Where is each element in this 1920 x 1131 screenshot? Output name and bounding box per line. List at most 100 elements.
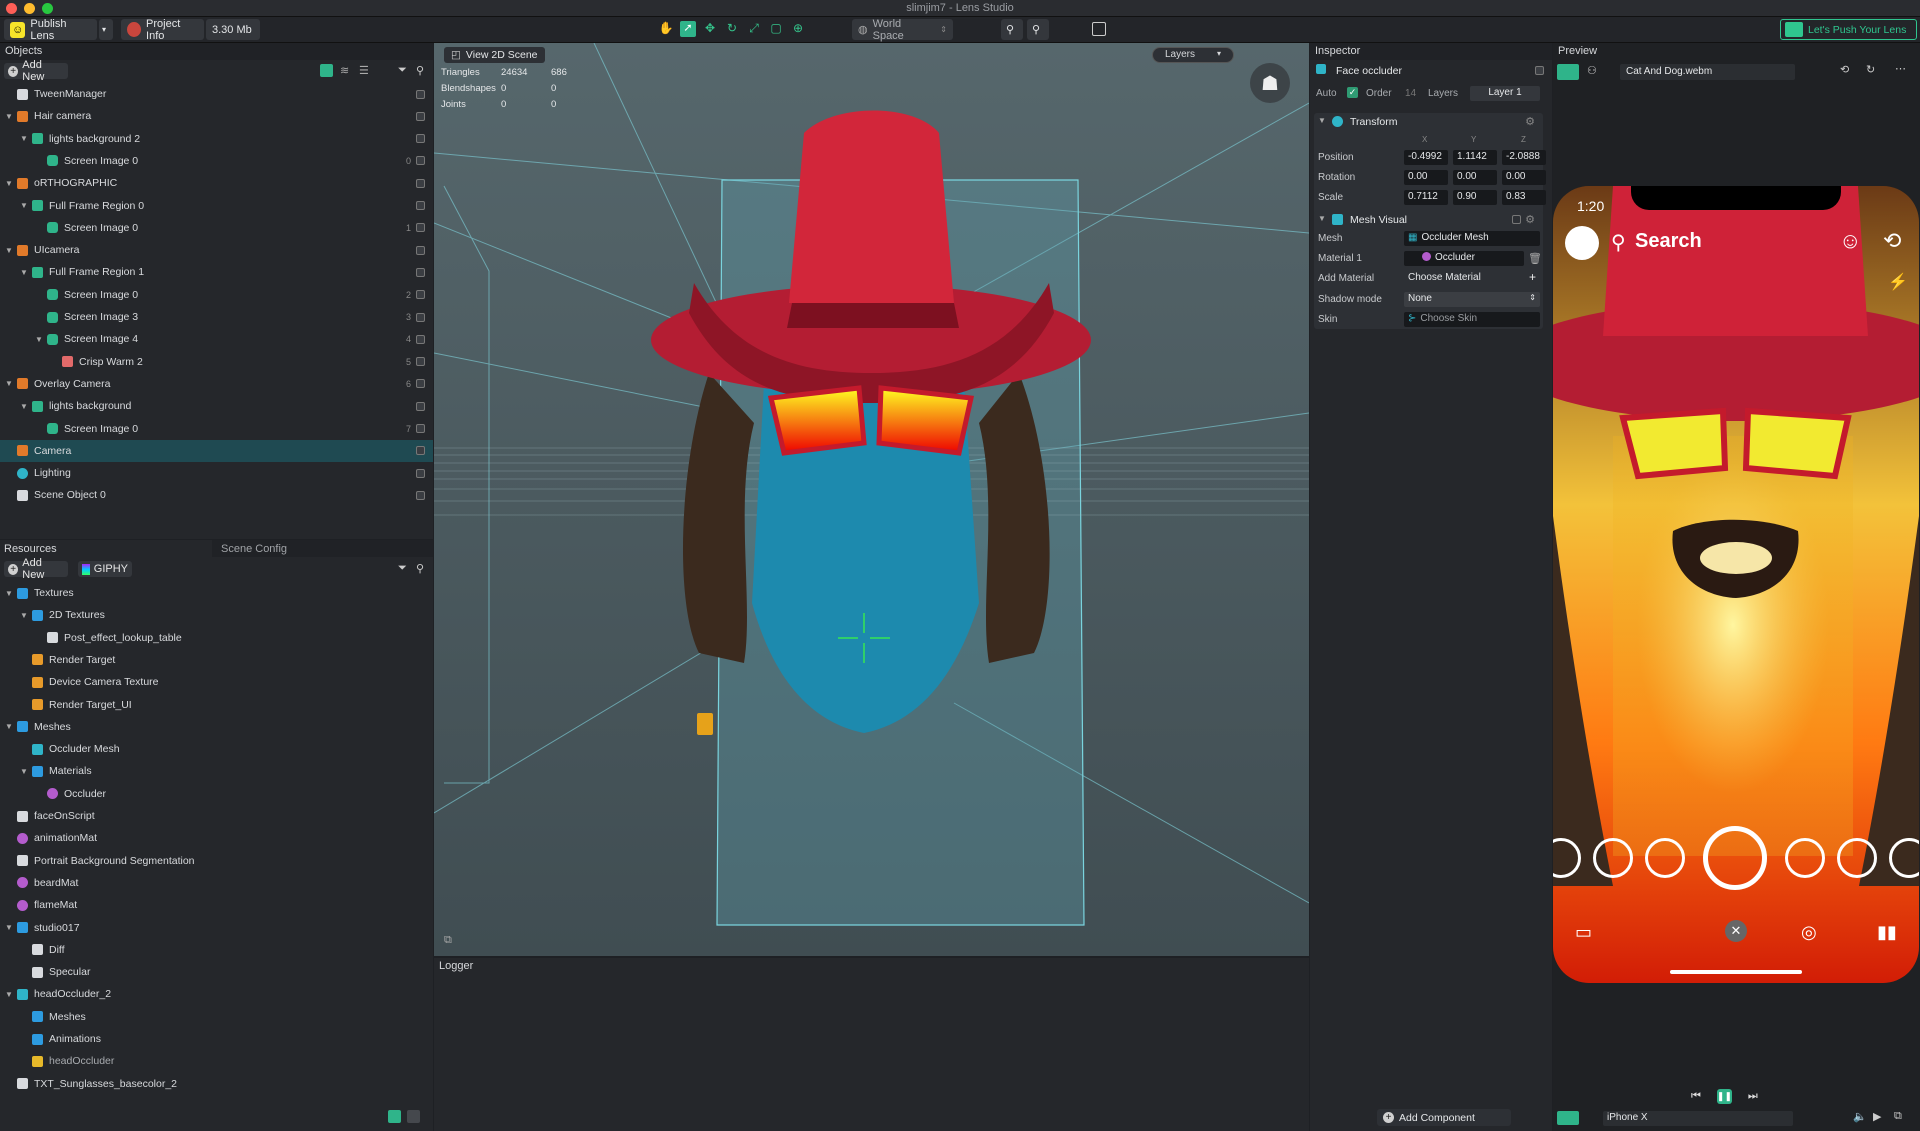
reset-icon[interactable]: ↻ xyxy=(1866,63,1875,76)
skip-forward-icon[interactable]: ⏭ xyxy=(1748,1090,1758,1103)
resources-row[interactable]: Specular xyxy=(0,961,433,983)
visibility-checkbox[interactable] xyxy=(416,334,425,344)
visibility-checkbox[interactable] xyxy=(416,178,425,188)
rotation-z-field[interactable]: 0.00 xyxy=(1502,170,1546,185)
resources-row[interactable]: TXT_Sunglasses_basecolor_2 xyxy=(0,1073,433,1095)
capture-button[interactable] xyxy=(1703,826,1767,890)
resources-row[interactable]: faceOnScript xyxy=(0,805,433,827)
hierarchy-view-icon[interactable]: ☰ xyxy=(359,64,369,77)
visibility-checkbox[interactable] xyxy=(416,357,425,367)
resources-row[interactable]: Occluder Mesh xyxy=(0,738,433,760)
rect-tool-icon[interactable]: ▢ xyxy=(768,21,784,37)
stories-icon[interactable]: ▮▮ xyxy=(1877,922,1897,943)
move-tool-icon[interactable]: ✥ xyxy=(702,21,718,37)
expand-arrow-icon[interactable]: ▼ xyxy=(19,201,29,210)
skip-back-icon[interactable]: ⏮ xyxy=(1691,1090,1701,1103)
flash-icon[interactable]: ⚡ xyxy=(1888,272,1908,292)
visibility-checkbox[interactable] xyxy=(416,245,425,255)
publish-lens-button[interactable]: ☺ Publish Lens xyxy=(4,18,97,42)
objects-row[interactable]: Crisp Warm 2 5 xyxy=(0,351,433,373)
component-enabled-checkbox[interactable] xyxy=(1512,215,1521,224)
auto-checkbox[interactable]: ✓ xyxy=(1347,87,1358,98)
expand-arrow-icon[interactable]: ▼ xyxy=(19,611,29,620)
search-icon[interactable]: ⚲ xyxy=(416,64,424,77)
device-mode-icon[interactable] xyxy=(1557,1111,1579,1125)
world-space-select[interactable]: ◍ World Space ⇕ xyxy=(852,18,953,42)
layer-select[interactable]: Layer 1 xyxy=(1470,86,1540,101)
list-view-icon[interactable] xyxy=(388,1110,401,1123)
trash-icon[interactable]: 🗑 xyxy=(1528,252,1542,265)
grid-view-icon[interactable] xyxy=(407,1110,420,1123)
select-tool-icon[interactable]: ➚ xyxy=(680,21,696,37)
order-value[interactable]: 14 xyxy=(1405,88,1416,99)
objects-row[interactable]: ▼ lights background xyxy=(0,395,433,417)
resources-add-new-button[interactable]: + Add New xyxy=(4,557,68,581)
objects-row[interactable]: Screen Image 0 7 xyxy=(0,418,433,440)
resources-row[interactable]: Meshes xyxy=(0,1006,433,1028)
preview-video-select[interactable]: Cat And Dog.webm xyxy=(1620,64,1795,80)
visibility-checkbox[interactable] xyxy=(416,267,425,277)
view-orientation-gizmo[interactable]: ☗ xyxy=(1250,63,1290,103)
scale-y-field[interactable]: 0.90 xyxy=(1453,190,1497,205)
skin-field[interactable]: ⊱ Choose Skin xyxy=(1404,312,1540,327)
close-lens-icon[interactable]: ✕ xyxy=(1725,920,1747,942)
objects-row[interactable]: TweenManager xyxy=(0,83,433,105)
visibility-checkbox[interactable] xyxy=(416,468,425,478)
resources-row[interactable]: ▼ Meshes xyxy=(0,716,433,738)
resources-row[interactable]: Occluder xyxy=(0,783,433,805)
expand-arrow-icon[interactable]: ▼ xyxy=(19,268,29,277)
objects-row[interactable]: ▼ UIcamera xyxy=(0,239,433,261)
settings-icon[interactable]: ⚙ xyxy=(1525,213,1535,226)
objects-row[interactable]: ▼ Full Frame Region 1 xyxy=(0,261,433,283)
layers-view-icon[interactable]: ≋ xyxy=(340,64,349,77)
plus-icon[interactable]: + xyxy=(1529,270,1536,284)
tab-scene-config[interactable]: Scene Config xyxy=(214,540,433,557)
expand-arrow-icon[interactable]: ▼ xyxy=(19,402,29,411)
flip-camera-icon[interactable]: ⟲ xyxy=(1883,228,1901,254)
visibility-checkbox[interactable] xyxy=(416,134,425,144)
visibility-checkbox[interactable] xyxy=(416,424,425,433)
resources-row[interactable]: Device Camera Texture xyxy=(0,671,433,693)
resources-row[interactable]: Render Target_UI xyxy=(0,694,433,716)
record-icon[interactable]: ▶ xyxy=(1873,1110,1881,1123)
filter-icon[interactable]: ⏷ xyxy=(398,562,407,575)
rotation-y-field[interactable]: 0.00 xyxy=(1453,170,1497,185)
position-x-field[interactable]: -0.4992 xyxy=(1404,150,1448,165)
tab-resources[interactable]: Resources xyxy=(0,540,212,557)
objects-row[interactable]: Screen Image 0 1 xyxy=(0,217,433,239)
objects-row[interactable]: ▼ Overlay Camera 6 xyxy=(0,373,433,395)
lens-carousel-item[interactable] xyxy=(1593,838,1633,878)
view-2d-scene-button[interactable]: ◰ View 2D Scene xyxy=(444,47,545,63)
expand-arrow-icon[interactable]: ▼ xyxy=(19,134,29,143)
resources-row[interactable]: ▼ 2D Textures xyxy=(0,604,433,626)
snap-toggle-2[interactable]: ⚲ xyxy=(1027,19,1049,40)
resources-row[interactable]: ▼ Materials xyxy=(0,760,433,782)
viewport-corner-icon[interactable]: ⧉ xyxy=(444,934,452,947)
scene-viewport[interactable]: ◰ View 2D Scene Layers ▾ Triangles 24634 68… xyxy=(434,43,1309,956)
visibility-checkbox[interactable] xyxy=(416,490,425,500)
filter-icon[interactable]: ⏷ xyxy=(398,64,407,77)
visibility-checkbox[interactable] xyxy=(416,290,425,300)
lens-explorer-icon[interactable]: ◎ xyxy=(1801,922,1817,943)
lens-carousel-item[interactable] xyxy=(1785,838,1825,878)
position-y-field[interactable]: 1.1142 xyxy=(1453,150,1497,165)
expand-arrow-icon[interactable]: ▼ xyxy=(4,923,14,932)
visibility-checkbox[interactable] xyxy=(416,111,425,121)
light-gizmo[interactable] xyxy=(697,713,713,735)
expand-arrow-icon[interactable]: ▼ xyxy=(4,589,14,598)
expand-arrow-icon[interactable]: ▼ xyxy=(4,379,14,388)
visibility-checkbox[interactable] xyxy=(416,223,425,233)
visibility-checkbox[interactable] xyxy=(416,446,425,456)
phone-preview[interactable]: 1:20 ⚲ Search ☺ ⟲ ⚡ ▭ ✕ ◎ ▮▮ xyxy=(1553,186,1919,983)
expand-arrow-icon[interactable]: ▼ xyxy=(19,767,29,776)
scene-layers-dropdown[interactable]: Layers ▾ xyxy=(1152,47,1234,63)
resources-row[interactable]: Animations xyxy=(0,1028,433,1050)
volume-icon[interactable]: 🔈 xyxy=(1853,1110,1867,1123)
refresh-video-icon[interactable]: ⟲ xyxy=(1840,63,1849,76)
expand-arrow-icon[interactable]: ▼ xyxy=(4,990,14,999)
search-icon[interactable]: ⚲ xyxy=(1611,230,1626,255)
collapse-icon[interactable]: ▼ xyxy=(1318,116,1326,125)
publish-dropdown-button[interactable]: ▾ xyxy=(99,19,113,40)
add-friend-icon[interactable]: ☺ xyxy=(1839,228,1861,254)
pause-icon[interactable]: ❚❚ xyxy=(1716,1089,1732,1104)
